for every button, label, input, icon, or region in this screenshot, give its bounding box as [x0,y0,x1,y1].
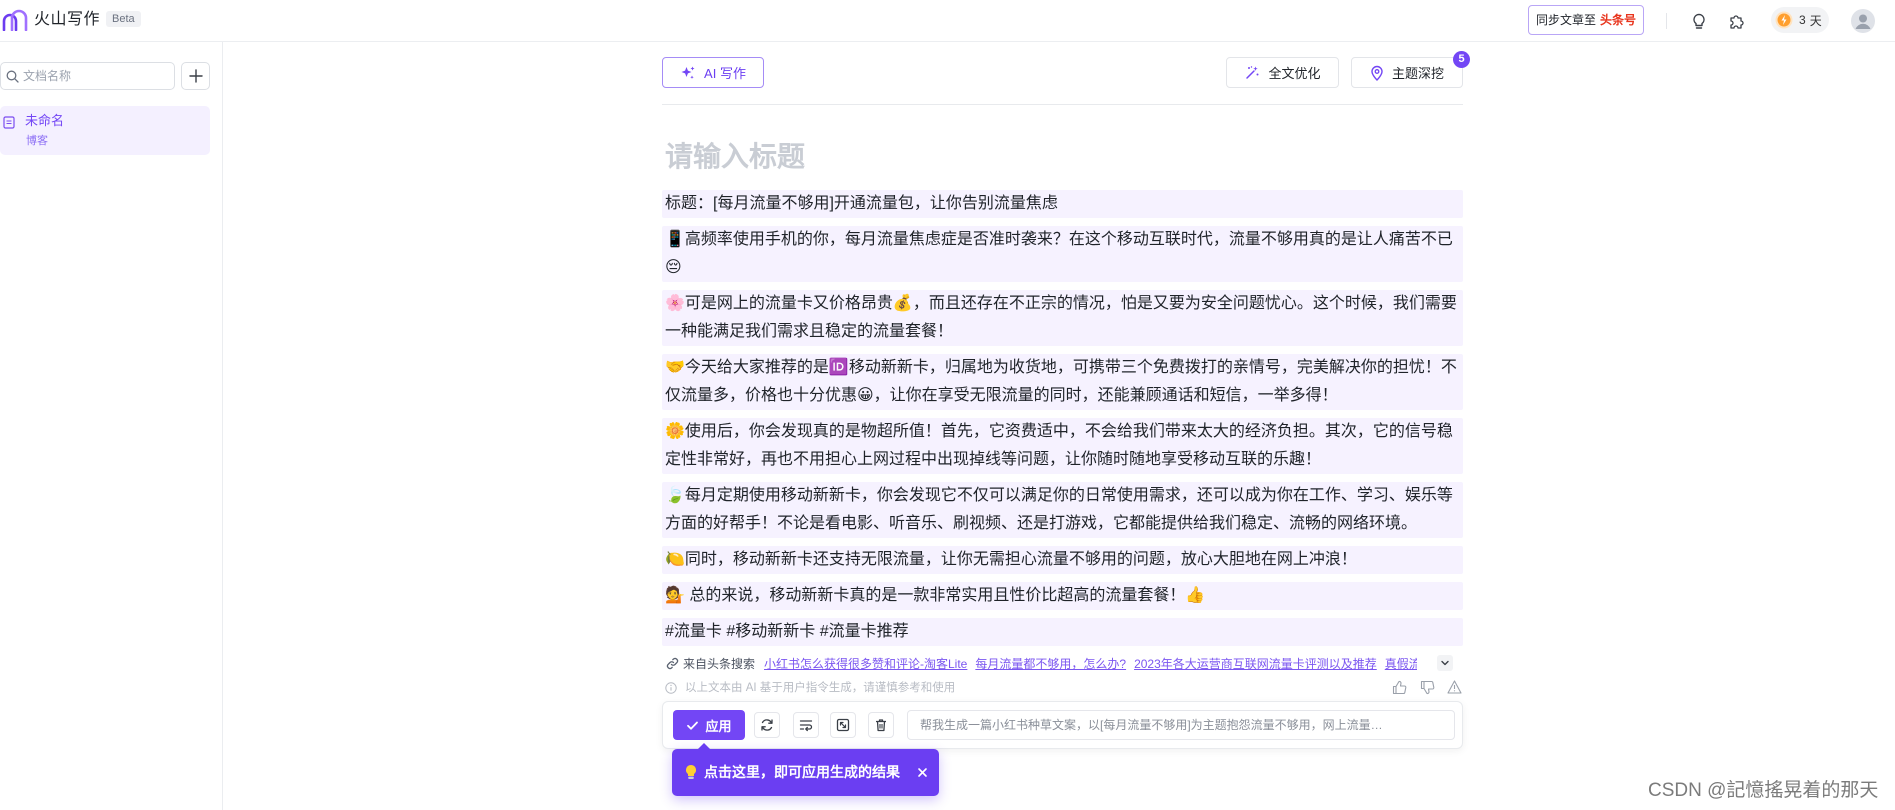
disclaimer-text: 以上文本由 AI 基于用户指令生成，请谨慎参考和使用 [685,682,956,694]
editor-area: AI 写作 全文优化 主题深挖 5 请输入标题 标题：[每月流量不够用]开通流量… [662,0,1470,810]
apply-hint-tooltip: 点击这里，即可应用生成的结果 [672,743,939,796]
topic-deep-dive-label: 主题深挖 [1391,66,1444,81]
apply-button[interactable]: 应用 [673,710,745,740]
sync-label: 同步文章至 [1535,13,1596,27]
delete-button[interactable] [868,712,894,738]
magic-wand-icon [1244,65,1260,81]
days-count: 3 [1799,13,1806,27]
thumbs-down-icon[interactable] [1420,680,1435,695]
topbar-divider [1666,13,1667,29]
apply-label: 应用 [705,718,732,734]
app-name: 火山写作 [34,11,101,28]
source-link[interactable]: 小红书怎么获得很多赞和评论-淘客Lite [764,655,967,672]
paragraph: #流量卡 #移动新新卡 #流量卡推荐 [662,618,1463,646]
source-links: 小红书怎么获得很多赞和评论-淘客Lite 每月流量都不够用，怎么办? 2023年… [764,655,1417,672]
paragraph: 📱高频率使用手机的你，每月流量焦虑症是否准时袭来？在这个移动互联时代，流量不够用… [662,226,1463,282]
plus-icon [188,69,203,83]
document-icon [3,116,15,129]
paragraph: 🤝今天给大家推荐的是🆔移动新新卡，归属地为收货地，可携带三个免费拨打的亲情号，完… [662,354,1463,410]
beta-badge: Beta [106,11,141,27]
user-avatar[interactable] [1851,9,1875,33]
plugin-icon[interactable] [1726,11,1746,31]
days-unit: 天 [1809,13,1822,28]
document-list-item[interactable]: 未命名 博客 [0,106,210,155]
paragraph: 标题：[每月流量不够用]开通流量包，让你告别流量焦虑 [662,190,1463,218]
document-type: 博客 [26,135,48,147]
sparkle-icon [680,65,696,81]
expand-button[interactable] [830,712,856,738]
toolbar-divider [662,104,1463,105]
full-text-optimize-label: 全文优化 [1268,66,1321,81]
insert-below-button[interactable] [793,712,819,738]
source-link[interactable]: 真假流量 [1385,655,1417,672]
toutiao-label: 头条号 [1600,13,1637,27]
prompt-input[interactable]: 帮我生成一篇小红书种草文案，以[每月流量不够用]为主题抱怨流量不够用，网上流量… [907,710,1455,740]
logo-icon [2,9,30,31]
source-label: 来自头条搜索 [683,656,756,671]
ai-write-button[interactable]: AI 写作 [662,57,764,88]
watermark: CSDN @記憶搖晃着的那天 [1648,780,1879,801]
link-icon [666,657,679,670]
pin-icon [1370,65,1384,81]
streak-days-pill[interactable]: 3 天 [1771,7,1829,33]
search-icon [6,70,19,83]
source-references: 来自头条搜索 小红书怎么获得很多赞和评论-淘客Lite 每月流量都不够用，怎么办… [662,654,1463,672]
expand-icon [836,718,850,732]
generation-action-bar: 应用 帮我生成一篇小红书种草文案，以[每月流量不够用]为主题抱怨流量不够用，网上… [662,701,1463,749]
deep-dive-count-badge: 5 [1453,51,1470,68]
bulb-icon [684,764,698,780]
source-link[interactable]: 2023年各大运营商互联网流量卡评测以及推荐 [1134,655,1377,672]
add-document-button[interactable] [181,62,210,90]
source-link[interactable]: 每月流量都不够用，怎么办? [975,655,1126,672]
document-search-input[interactable] [0,62,175,90]
app-logo[interactable]: 火山写作 [2,8,100,32]
paragraph: 🍃每月定期使用移动新新卡，你会发现它不仅可以满足你的日常使用需求，还可以成为你在… [662,482,1463,538]
document-search [0,62,175,90]
paragraph: 🌸可是网上的流量卡又价格昂贵💰，而且还存在不正宗的情况，怕是又要为安全问题忧心。… [662,290,1463,346]
regenerate-button[interactable] [754,712,780,738]
paragraph: 🍋同时，移动新新卡还支持无限流量，让你无需担心流量不够用的问题，放心大胆地在网上… [662,546,1463,574]
full-text-optimize-button[interactable]: 全文优化 [1226,57,1339,88]
paragraph: 💁 总的来说，移动新新卡真的是一款非常实用且性价比超高的流量套餐！👍 [662,582,1463,610]
document-title: 未命名 [25,113,65,128]
wrap-icon [799,718,813,732]
generated-content[interactable]: 标题：[每月流量不够用]开通流量包，让你告别流量焦虑 📱高频率使用手机的你，每月… [662,190,1463,646]
ai-write-label: AI 写作 [704,66,746,81]
thumbs-up-icon[interactable] [1392,680,1407,695]
info-icon [665,682,677,694]
check-icon [686,719,699,732]
expand-sources-button[interactable] [1437,655,1453,671]
close-icon[interactable] [917,767,928,778]
document-sidebar: 未命名 博客 [0,42,223,810]
topic-deep-dive-button[interactable]: 主题深挖 [1351,57,1463,88]
refresh-icon [760,718,774,732]
tooltip-text: 点击这里，即可应用生成的结果 [704,764,900,780]
title-input[interactable]: 请输入标题 [665,139,805,175]
paragraph: 🌼使用后，你会发现真的是物超所值！首先，它资费适中，不会给我们带来太大的经济负担… [662,418,1463,474]
trash-icon [874,718,888,732]
lightning-icon [1775,11,1793,29]
user-icon [1851,9,1875,33]
ai-disclaimer: 以上文本由 AI 基于用户指令生成，请谨慎参考和使用 [662,679,1463,697]
warning-icon[interactable] [1447,680,1462,695]
lightbulb-icon[interactable] [1689,11,1709,31]
sync-to-toutiao-button[interactable]: 同步文章至 头条号 [1528,5,1644,35]
chevron-down-icon [1440,658,1450,668]
